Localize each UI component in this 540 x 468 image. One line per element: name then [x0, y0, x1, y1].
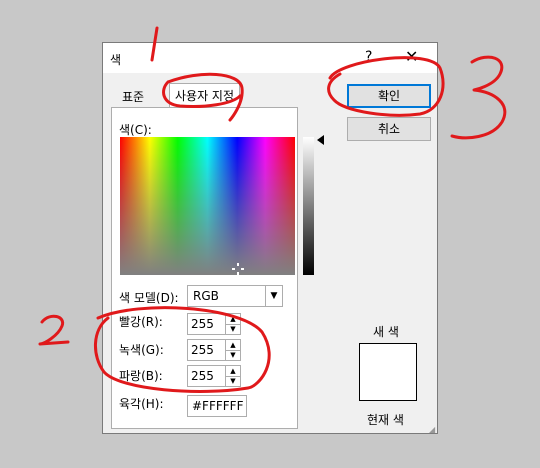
annotation-number-2 — [38, 314, 70, 346]
annotation-number-1 — [150, 26, 159, 62]
ok-button-highlight-circle — [327, 56, 445, 117]
tab-custom-highlight-circle — [162, 72, 244, 122]
annotation-number-3 — [450, 55, 507, 140]
rgb-fields-highlight-circle — [93, 306, 271, 393]
annotation-layer — [38, 26, 507, 393]
